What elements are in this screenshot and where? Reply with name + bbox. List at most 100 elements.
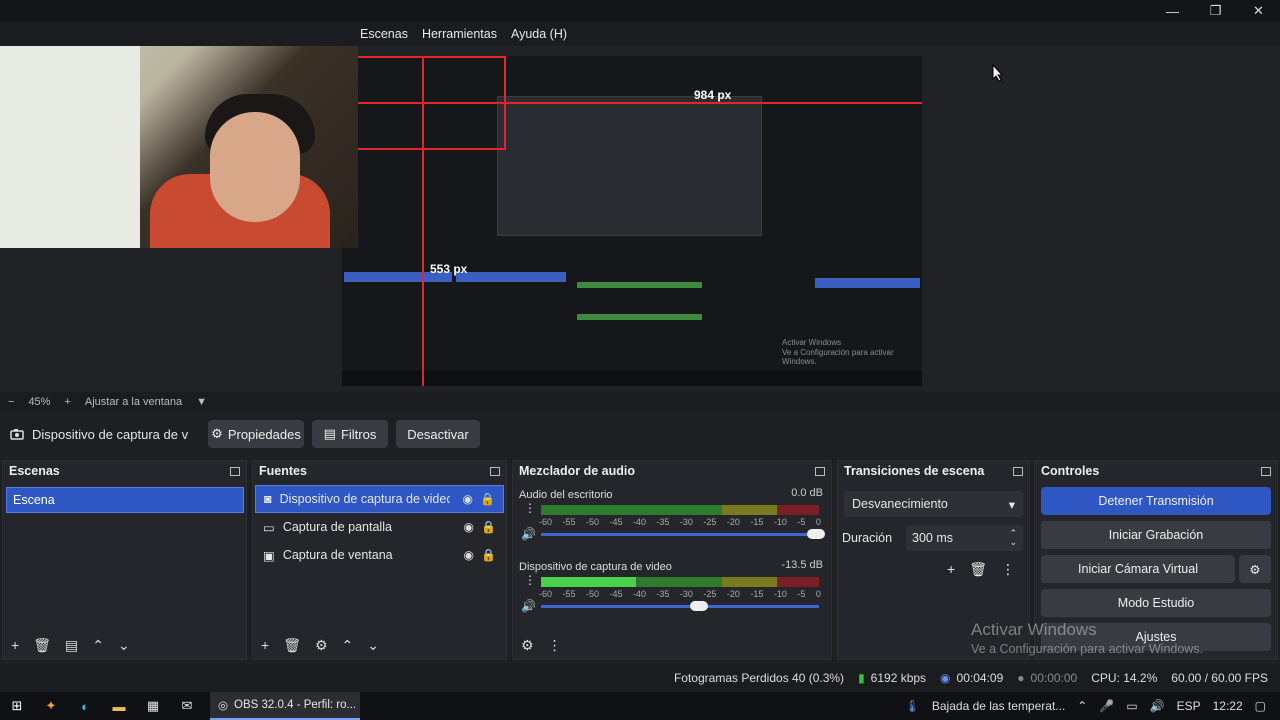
copilot-icon[interactable]: ✦ [34, 692, 68, 720]
zoom-in-button[interactable]: + [64, 396, 70, 408]
speaker-icon[interactable]: 🔊 [521, 527, 536, 541]
clock[interactable]: 12:22 [1213, 699, 1243, 713]
guide-line-right [504, 56, 506, 150]
maximize-button[interactable]: ❐ [1194, 0, 1237, 22]
more-icon[interactable]: ⋮ [548, 637, 562, 654]
chevron-up-icon[interactable]: ⌃ [1077, 699, 1087, 713]
transition-value: Desvanecimiento [852, 497, 948, 511]
lock-icon[interactable]: 🔒 [481, 548, 496, 562]
transition-actions: + 🗑 ⋮ [838, 561, 1029, 578]
menu-herramientas[interactable]: Herramientas [422, 27, 497, 41]
slider-knob[interactable] [807, 529, 825, 539]
volume-icon[interactable]: 🔊 [1150, 699, 1165, 713]
undock-icon[interactable] [490, 466, 500, 476]
language-label[interactable]: ESP [1177, 699, 1201, 713]
obs-taskbar-app[interactable]: ◎ OBS 32.0.4 - Perfil: ro... [210, 692, 360, 720]
add-icon[interactable]: + [11, 637, 19, 653]
advanced-audio-icon[interactable]: ⚙ [521, 637, 534, 654]
network-icon[interactable]: ▭ [1126, 699, 1137, 713]
obs-icon: ◎ [218, 700, 229, 712]
lock-icon[interactable]: 🔒 [481, 520, 496, 534]
preview-area[interactable]: Activar Windows Ve a Configuración para … [0, 46, 1280, 392]
mixer-channel: Dispositivo de captura de video -13.5 dB… [513, 553, 831, 625]
trash-icon[interactable]: 🗑 [969, 561, 987, 578]
meter-tick: -5 [797, 517, 806, 527]
nested-activar-2: Ve a Configuración para activar Windows. [782, 348, 894, 366]
meter-tick: -20 [726, 517, 740, 527]
virtual-cam-row: Iniciar Cámara Virtual ⚙ [1041, 555, 1271, 583]
chevron-down-icon[interactable]: ⌄ [118, 637, 130, 654]
eye-icon[interactable]: ◉ [464, 548, 474, 562]
transition-select[interactable]: Desvanecimiento ▾ [844, 491, 1023, 517]
deactivate-button[interactable]: Desactivar [396, 420, 480, 448]
source-item[interactable]: ▭ Captura de pantalla ◉ 🔒 [255, 513, 504, 541]
filter-icon[interactable]: ▤ [65, 637, 78, 654]
meter-tick: -25 [703, 517, 717, 527]
source-toolbar: Dispositivo de captura de v ⚙ Propiedade… [0, 414, 1280, 454]
virtual-cam-button[interactable]: Iniciar Cámara Virtual [1041, 555, 1235, 583]
preview-canvas[interactable]: Activar Windows Ve a Configuración para … [342, 56, 922, 386]
studio-mode-button[interactable]: Modo Estudio [1041, 589, 1271, 617]
zoom-dropdown-icon[interactable]: ▼ [196, 396, 207, 408]
start-recording-button[interactable]: Iniciar Grabación [1041, 521, 1271, 549]
windows-start-icon[interactable]: ⊞ [0, 692, 34, 720]
menu-ayuda[interactable]: Ayuda (H) [511, 27, 567, 41]
trash-icon[interactable]: 🗑 [283, 637, 301, 654]
monitor-icon: ▭ [263, 520, 275, 535]
source-label: Captura de pantalla [282, 520, 392, 534]
virtual-cam-settings-icon[interactable]: ⚙ [1239, 555, 1271, 583]
undock-icon[interactable] [1013, 466, 1023, 476]
gear-icon: ⚙ [211, 426, 223, 441]
menu-escenas[interactable]: Escenas [360, 27, 408, 41]
mail-icon[interactable]: ✉ [170, 692, 204, 720]
eye-icon[interactable]: ◉ [464, 520, 474, 534]
fps: 60.00 / 60.00 FPS [1171, 671, 1268, 685]
meter-tick: -10 [773, 589, 787, 599]
scene-item[interactable]: Escena [6, 487, 244, 513]
more-icon[interactable]: ⋮ [1001, 561, 1015, 578]
close-button[interactable]: ✕ [1237, 0, 1280, 22]
add-icon[interactable]: + [947, 561, 955, 578]
zoom-fit-label[interactable]: Ajustar a la ventana [85, 396, 182, 408]
more-icon[interactable]: ⋮ [524, 502, 536, 514]
volume-slider[interactable] [541, 601, 819, 611]
zoom-out-button[interactable]: − [8, 396, 14, 408]
signal-icon: ▮ [858, 671, 865, 685]
chevron-up-icon[interactable]: ⌃ [342, 637, 354, 654]
undock-icon[interactable] [230, 466, 240, 476]
webcam-source[interactable] [0, 46, 358, 248]
nested-meter [577, 282, 702, 288]
eye-icon[interactable]: ◉ [463, 492, 473, 506]
slider-knob[interactable] [690, 601, 709, 611]
meter-tick: -30 [679, 589, 693, 599]
chevron-up-icon[interactable]: ⌃ [92, 637, 104, 654]
duration-spinbox[interactable]: 300 ms ⌃ ⌄ [906, 525, 1023, 551]
add-icon[interactable]: + [261, 637, 269, 653]
gear-icon[interactable]: ⚙ [315, 637, 328, 654]
spin-arrows-icon[interactable]: ⌃ ⌄ [1009, 529, 1017, 547]
weather-label[interactable]: Bajada de las temperat... [932, 699, 1065, 713]
chevron-down-icon: ▾ [1008, 497, 1015, 512]
volume-slider[interactable] [541, 529, 825, 539]
store-icon[interactable]: ▦ [136, 692, 170, 720]
undock-icon[interactable] [815, 466, 825, 476]
notification-icon[interactable]: ▢ [1255, 699, 1266, 713]
edge-icon[interactable]: ◐ [68, 692, 102, 720]
source-item[interactable]: ▣ Captura de ventana ◉ 🔒 [255, 541, 504, 569]
lock-icon[interactable]: 🔒 [480, 492, 495, 506]
width-label: 984 px [694, 88, 732, 102]
more-icon[interactable]: ⋮ [524, 574, 536, 586]
speaker-icon[interactable]: 🔊 [521, 599, 536, 613]
trash-icon[interactable]: 🗑 [33, 637, 51, 654]
stop-stream-button[interactable]: Detener Transmisión [1041, 487, 1271, 515]
folder-icon[interactable]: ▬ [102, 692, 136, 720]
undock-icon[interactable] [1261, 466, 1271, 476]
thermometer-icon: 🌡 [904, 699, 920, 713]
mixer-dock: Mezclador de audio Audio del escritorio … [512, 460, 832, 660]
filters-button[interactable]: ▤ Filtros [312, 420, 388, 448]
source-item[interactable]: ◙ Dispositivo de captura de video ◉ 🔒 [255, 485, 504, 513]
chevron-down-icon[interactable]: ⌄ [367, 637, 379, 654]
microphone-icon[interactable]: 🎤 [1099, 699, 1114, 713]
properties-button[interactable]: ⚙ Propiedades [208, 420, 304, 448]
minimize-button[interactable]: — [1151, 0, 1194, 22]
